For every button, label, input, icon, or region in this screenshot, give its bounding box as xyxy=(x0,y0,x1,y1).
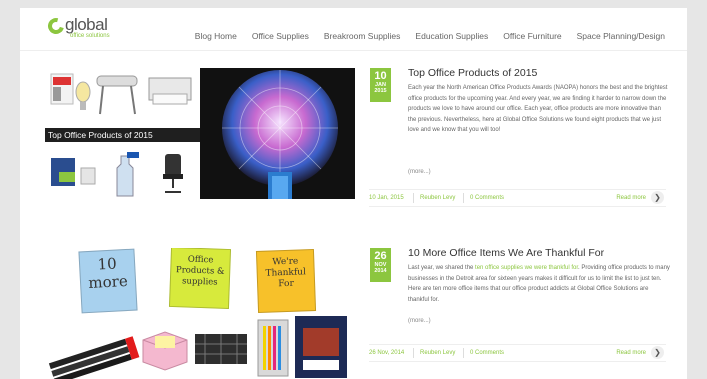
nav-blog-home[interactable]: Blog Home xyxy=(195,31,237,41)
post-date-day: 26 xyxy=(374,250,387,262)
logo-ring-icon xyxy=(45,15,67,37)
post-excerpt: Each year the North American Office Prod… xyxy=(408,85,668,133)
meta-comments[interactable]: 0 Comments xyxy=(470,350,504,356)
post-date-badge: 26 NOV 2014 xyxy=(370,248,391,282)
meta-divider xyxy=(413,193,414,203)
blog-page: global office solutions Blog Home Office… xyxy=(20,8,687,379)
site-header: global office solutions Blog Home Office… xyxy=(20,8,687,51)
nav-breakroom-supplies[interactable]: Breakroom Supplies xyxy=(324,31,401,41)
nav-education-supplies[interactable]: Education Supplies xyxy=(415,31,488,41)
excerpt-text: Last year, we shared the xyxy=(408,265,476,271)
post-title[interactable]: 10 More Office Items We Are Thankful For xyxy=(408,247,604,259)
chevron-right-icon[interactable]: ❯ xyxy=(651,346,664,359)
post-date-day: 10 xyxy=(374,70,387,82)
office-items-collage xyxy=(48,316,347,379)
post-excerpt: Last year, we shared the ten office supp… xyxy=(408,263,670,305)
nav-office-supplies[interactable]: Office Supplies xyxy=(252,31,309,41)
meta-author[interactable]: Reuben Levy xyxy=(420,350,455,356)
nav-office-furniture[interactable]: Office Furniture xyxy=(503,31,561,41)
post-thumbnail[interactable]: Top Office Products of 2015 xyxy=(45,68,355,199)
brand-tagline: office solutions xyxy=(70,33,110,39)
more-link[interactable]: (more...) xyxy=(408,169,431,175)
meta-divider xyxy=(463,348,464,358)
thumbnail-banner: Top Office Products of 2015 xyxy=(45,128,201,142)
more-link[interactable]: (more...) xyxy=(408,318,431,324)
meta-date: 26 Nov, 2014 xyxy=(369,350,405,356)
post-date-year: 2014 xyxy=(374,268,387,274)
chevron-right-icon[interactable]: ❯ xyxy=(651,191,664,204)
main-nav: Blog Home Office Supplies Breakroom Supp… xyxy=(195,31,665,41)
post-meta-bar: 26 Nov, 2014 Reuben Levy 0 Comments Read… xyxy=(369,344,666,362)
meta-author[interactable]: Reuben Levy xyxy=(420,195,455,201)
post-title[interactable]: Top Office Products of 2015 xyxy=(408,67,537,79)
meta-divider xyxy=(413,348,414,358)
inline-link[interactable]: ten office supplies we were thankful for xyxy=(475,265,578,271)
read-more-link[interactable]: Read more xyxy=(616,350,646,356)
meta-comments[interactable]: 0 Comments xyxy=(470,195,504,201)
nav-space-planning[interactable]: Space Planning/Design xyxy=(577,31,665,41)
read-more-link[interactable]: Read more xyxy=(616,195,646,201)
post-meta-bar: 10 Jan, 2015 Reuben Levy 0 Comments Read… xyxy=(369,189,666,207)
post-thumbnail[interactable]: 10 more Office Products & supplies We're… xyxy=(45,248,355,379)
meta-divider xyxy=(463,193,464,203)
brand-name: global xyxy=(65,15,108,34)
post-date-year: 2015 xyxy=(374,88,387,94)
post-date-badge: 10 JAN 2015 xyxy=(370,68,391,102)
meta-date: 10 Jan, 2015 xyxy=(369,195,404,201)
times-square-ball-image xyxy=(200,68,355,199)
